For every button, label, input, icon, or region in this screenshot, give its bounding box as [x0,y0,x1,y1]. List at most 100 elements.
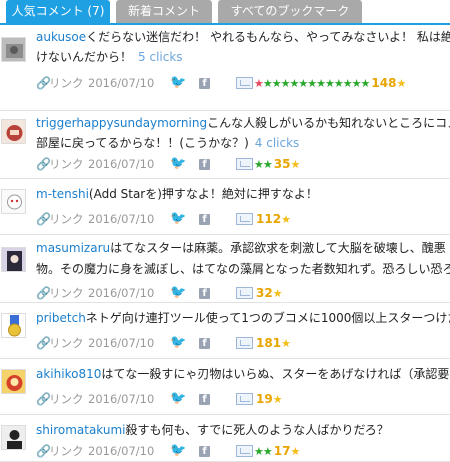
green-star-icon: ★ [280,77,291,90]
link-icon[interactable]: 🔗 [36,73,51,93]
star-count[interactable]: 35 [274,157,291,171]
link-icon[interactable]: 🔗 [36,283,51,302]
avatar[interactable] [1,313,26,338]
username-link[interactable]: shiromatakumi [36,423,126,437]
comment-text-continued: けないんだから！ [36,50,133,64]
link-icon[interactable]: 🔗 [36,441,51,461]
add-star-icon[interactable] [236,287,253,299]
link-icon[interactable]: 🔗 [36,333,51,353]
avatar[interactable] [1,37,26,62]
link-label[interactable]: リンク [49,73,84,93]
comment-text: はてな一殺すにゃ刃物はいらぬ、スターをあげなければ（承認要 [101,367,450,381]
comment-row: masumizaruはてなスターは麻薬。承認欲求を刺激して大脳を破壊し、醜悪物。… [0,235,450,303]
link-label[interactable]: リンク [49,441,84,461]
yellow-star-icon[interactable]: ★ [290,445,300,458]
link-icon[interactable]: 🔗 [36,209,51,229]
comment-text: (Add Starを)押すなよ！絶対に押すなよ！ [88,187,318,201]
comment-text-continued: 部屋に戻ってるからな！！(こうかな？) [36,136,249,150]
add-star-icon[interactable] [236,445,253,457]
avatar[interactable] [1,247,26,272]
link-label[interactable]: リンク [49,154,84,174]
add-star-icon[interactable] [236,337,253,349]
add-star-icon[interactable] [236,158,253,170]
green-star-icon: ★ [333,77,344,90]
link-label[interactable]: リンク [49,209,84,229]
yellow-star-icon[interactable]: ★ [273,393,283,406]
link-label[interactable]: リンク [49,389,84,409]
username-link[interactable]: triggerhappysundaymorning [36,116,207,130]
star-list: 32★ [254,283,283,302]
link-label[interactable]: リンク [49,283,84,302]
facebook-icon[interactable]: f [199,78,210,89]
link-icon[interactable]: 🔗 [36,389,51,409]
username-link[interactable]: masumizaru [36,241,110,255]
comment-text: 殺すも何も、すでに死人のような人ばかりだろ？ [125,423,389,437]
username-link[interactable]: m-tenshi [36,187,89,201]
username-link[interactable]: aukusoe [36,30,86,44]
add-star-icon[interactable] [236,393,253,405]
star-list: ★★★★★★★★★★★★★ 148★ [254,73,406,94]
tab-all-bookmarks[interactable]: すべてのブックマーク [218,0,362,23]
green-star-icon: ★ [262,158,273,171]
add-star-icon[interactable] [236,77,253,89]
tab-new-comments[interactable]: 新着コメント [116,0,212,23]
star-count[interactable]: 112 [256,212,281,226]
facebook-icon[interactable]: f [199,214,210,225]
twitter-icon[interactable]: 🐦 [170,154,186,174]
username-link[interactable]: akihiko810 [36,367,101,381]
star-count[interactable]: 181 [256,336,281,350]
star-count[interactable]: 148 [371,76,396,90]
facebook-icon[interactable]: f [199,288,210,299]
facebook-icon[interactable]: f [199,446,210,457]
comment-list: aukusoeくだらない迷信だわ！ やれるもんなら、やってみなさいよ！ 私は絶け… [0,25,450,462]
green-star-icon: ★ [254,445,264,458]
twitter-icon[interactable]: 🐦 [170,283,186,302]
yellow-star-icon[interactable]: ★ [396,77,406,90]
twitter-icon[interactable]: 🐦 [170,73,186,93]
comment-line-1: m-tenshi(Add Starを)押すなよ！絶対に押すなよ！ [36,184,450,205]
comment-line-1: pribetchネトゲ向け連打ツール使って1つのブコメに1000個以上スターつけ… [36,308,450,329]
twitter-icon[interactable]: 🐦 [170,333,186,353]
click-count-link[interactable]: 4 clicks [255,136,300,150]
comment-date: 2016/07/10 [88,286,155,300]
star-count[interactable]: 19 [256,392,273,406]
star-list: 112★ [254,209,291,230]
yellow-star-icon[interactable]: ★ [273,287,283,300]
yellow-star-icon[interactable]: ★ [281,213,291,226]
link-icon[interactable]: 🔗 [36,154,51,174]
green-star-icon: ★ [262,445,273,458]
comment-meta: 🔗 リンク 2016/07/10 🐦 f 19★ [36,389,450,409]
add-star-icon[interactable] [236,213,253,225]
comment-date: 2016/07/10 [88,212,155,226]
tab-popular-comments[interactable]: 人気コメント (7) [6,0,110,23]
comment-line-1: aukusoeくだらない迷信だわ！ やれるもんなら、やってみなさいよ！ 私は絶 [36,27,450,48]
comment-line-1: triggerhappysundaymorningこんな人殺しがいるかも知れない… [36,113,450,134]
comment-line-2: 物。その魔力に身を滅ぼし、はてなの藻屑となった者数知れず。恐ろしい恐ろ [36,259,450,280]
green-star-icon: ★ [316,77,326,90]
comment-line-2: 部屋に戻ってるからな！！(こうかな？) 4 clicks [36,133,450,154]
comment-row: shiromatakumi殺すも何も、すでに死人のような人ばかりだろ？ 🔗 リンク 2… [0,415,450,462]
comment-date: 2016/07/10 [88,336,155,350]
comment-text: はてなスターは麻薬。承認欲求を刺激して大脳を破壊し、醜悪 [110,241,446,255]
star-list: 19★ [254,389,283,410]
username-link[interactable]: pribetch [36,311,86,325]
star-list: ★★ 17★ [254,441,300,461]
facebook-icon[interactable]: f [199,159,210,170]
star-count[interactable]: 32 [256,286,273,300]
star-count[interactable]: 17 [274,444,291,458]
link-label[interactable]: リンク [49,333,84,353]
facebook-icon[interactable]: f [199,338,210,349]
avatar[interactable] [1,119,26,144]
twitter-icon[interactable]: 🐦 [170,209,186,229]
click-count-link[interactable]: 5 clicks [138,50,183,64]
comment-date: 2016/07/10 [88,76,155,90]
twitter-icon[interactable]: 🐦 [170,441,186,461]
yellow-star-icon[interactable]: ★ [281,337,291,350]
avatar[interactable] [1,189,26,214]
comment-line-1: shiromatakumi殺すも何も、すでに死人のような人ばかりだろ？ [36,420,450,441]
avatar[interactable] [1,425,26,450]
avatar[interactable] [1,369,26,394]
yellow-star-icon[interactable]: ★ [290,158,300,171]
twitter-icon[interactable]: 🐦 [170,389,186,409]
facebook-icon[interactable]: f [199,394,210,405]
